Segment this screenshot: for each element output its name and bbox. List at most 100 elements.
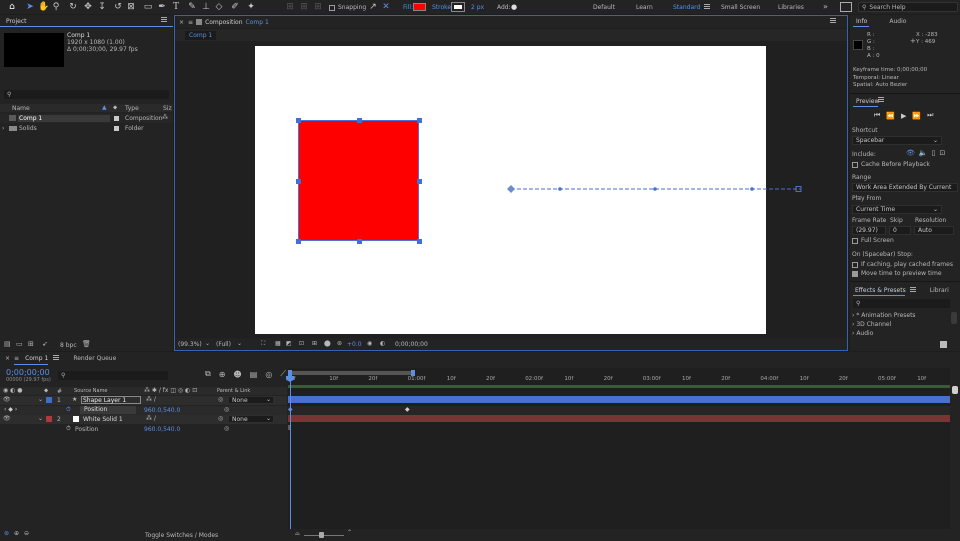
transparency-grid-icon[interactable]: ▦	[275, 340, 281, 347]
exposure-value[interactable]: +0.0	[347, 341, 362, 348]
layer-label-color[interactable]	[46, 416, 52, 422]
stopwatch-icon[interactable]: ⏱	[66, 425, 71, 433]
effects-scrollbar[interactable]	[951, 312, 957, 324]
transform-handle[interactable]	[296, 239, 301, 244]
previous-frame-icon[interactable]: ⏪	[886, 112, 895, 120]
window-icon[interactable]	[840, 2, 852, 12]
new-composition-icon[interactable]: ⊞	[28, 340, 34, 348]
rectangle-tool-icon[interactable]: ▭	[143, 2, 153, 12]
interpret-footage-icon[interactable]: ▤	[4, 340, 11, 348]
layer-switches-icon[interactable]: ⁂ /	[146, 415, 156, 422]
panel-menu-icon[interactable]	[878, 97, 884, 104]
time-ruler[interactable]: 0f10f20f01:00f10f20f02:00f10f20f03:00f10…	[288, 376, 950, 385]
motion-blur-icon[interactable]: ◎	[265, 370, 272, 379]
channel-icon[interactable]: ⬤	[324, 340, 331, 347]
mask-visibility-icon[interactable]: ◩	[286, 340, 292, 347]
zoom-slider[interactable]	[304, 535, 344, 536]
timeline-scrollbar[interactable]	[952, 386, 958, 394]
item-name[interactable]: Comp 1	[18, 115, 110, 122]
panel-menu-icon[interactable]	[909, 286, 916, 294]
if-caching-toggle[interactable]: If caching, play cached frames	[852, 261, 953, 268]
column-name[interactable]: Name	[12, 105, 30, 112]
column-type[interactable]: Type	[125, 105, 139, 112]
close-icon[interactable]: ×	[5, 355, 10, 362]
workspace-libraries[interactable]: Libraries	[778, 4, 804, 11]
visibility-icon[interactable]: 👁	[3, 396, 11, 403]
frame-rate-dropdown[interactable]: (29.97)	[852, 226, 886, 235]
shy-layers-icon[interactable]: ☻	[233, 370, 241, 379]
visibility-icon[interactable]: 👁	[3, 415, 11, 422]
label-swatch[interactable]	[114, 126, 119, 131]
collapse-icon[interactable]: ⊖	[24, 530, 29, 537]
layer-bar[interactable]	[288, 415, 950, 422]
range-dropdown[interactable]: Work Area Extended By Current ...	[852, 183, 958, 199]
expression-pickwhip-icon[interactable]: ◎	[224, 406, 229, 413]
play-from-dropdown[interactable]: Current Time ⌄	[852, 205, 942, 214]
keyframe-nav-icon[interactable]: ‹ ◆ ›	[4, 406, 17, 413]
layer-row[interactable]: 👁 ⌄ 2 White Solid 1 ⁂ / ◎ None ⌄	[0, 415, 287, 424]
viewer-timecode[interactable]: 0;00;00;00	[395, 341, 428, 348]
expression-pickwhip-icon[interactable]: ◎	[224, 425, 229, 432]
fill-label[interactable]: Fill:	[403, 4, 413, 11]
toggle-switches-modes-button[interactable]: Toggle Switches / Modes	[145, 532, 218, 539]
project-search-input[interactable]: ⚲	[4, 90, 169, 99]
stroke-label[interactable]: Stroke:	[432, 4, 453, 11]
chevron-down-icon[interactable]: ⌄	[237, 340, 242, 347]
layer-name[interactable]: Shape Layer 1	[81, 396, 141, 404]
fill-swatch[interactable]	[413, 3, 426, 11]
new-preset-icon[interactable]	[940, 341, 947, 348]
workspace-standard[interactable]: Standard	[673, 4, 700, 11]
clone-stamp-tool-icon[interactable]: ⊥	[201, 2, 211, 12]
parent-pickwhip-icon[interactable]: ◎	[218, 396, 223, 403]
timeline-comp-tab[interactable]: Comp 1	[25, 355, 48, 362]
layer-switches-icon[interactable]: ⁂ /	[146, 396, 156, 403]
cache-before-checkbox[interactable]	[852, 161, 858, 168]
audio-icon[interactable]: 🔈	[919, 149, 928, 157]
new-folder-icon[interactable]: ▭	[16, 340, 23, 348]
full-screen-toggle[interactable]: Full Screen	[852, 237, 894, 244]
chevron-down-icon[interactable]: ⌄	[38, 396, 43, 403]
timeline-search-input[interactable]: ⚲	[58, 371, 168, 380]
snapping-toggle[interactable]: Snapping	[329, 4, 366, 11]
zoom-tool-icon[interactable]: ⚲	[51, 2, 61, 12]
workspace-menu-icon[interactable]	[704, 4, 710, 11]
transform-handle[interactable]	[296, 118, 301, 123]
show-snapshot-icon[interactable]: ◐	[380, 340, 385, 347]
resolution-dropdown[interactable]: (Full)	[216, 341, 231, 348]
video-icon[interactable]: 👁	[906, 149, 915, 157]
skip-dropdown[interactable]: 0	[889, 226, 911, 235]
libraries-tab[interactable]: Librari	[930, 287, 949, 294]
property-name[interactable]: Position	[75, 426, 98, 433]
project-item-row[interactable]: Comp 1 Composition ⁂	[0, 114, 173, 123]
grid-icon[interactable]: ⊞	[312, 340, 317, 347]
close-icon[interactable]: ×	[179, 19, 184, 26]
type-tool-icon[interactable]: T	[171, 2, 181, 12]
motion-path[interactable]	[505, 181, 805, 201]
flowchart-icon[interactable]: ⁂	[162, 114, 168, 121]
bit-depth-button[interactable]: 8 bpc	[60, 342, 77, 349]
brush-tool-icon[interactable]: ✎	[187, 2, 197, 12]
transform-handle[interactable]	[357, 118, 362, 123]
layer-row[interactable]: 👁 ⌄ 1 ★ Shape Layer 1 ⁂ / ◎ None ⌄	[0, 396, 287, 405]
label-swatch[interactable]	[114, 116, 119, 121]
render-queue-tab[interactable]: Render Queue	[73, 355, 116, 362]
workspace-default[interactable]: Default	[593, 4, 615, 11]
audio-tab[interactable]: Audio	[889, 18, 906, 25]
zoom-slider-handle[interactable]	[319, 532, 324, 538]
dolly-tool-icon[interactable]: ↧	[97, 2, 107, 12]
play-icon[interactable]: ▶	[901, 112, 906, 120]
trash-icon[interactable]: 🗑	[82, 340, 91, 348]
cache-before-toggle[interactable]: Cache Before Playback	[852, 161, 930, 168]
zoom-dropdown[interactable]: (99.3%)	[178, 341, 202, 348]
timeline-tracks[interactable]: 0f10f20f01:00f10f20f02:00f10f20f03:00f10…	[286, 368, 950, 537]
effects-item[interactable]: › Audio	[852, 329, 916, 338]
home-icon[interactable]: ⌂	[7, 2, 17, 12]
render-time-icon[interactable]: ⊛	[4, 530, 9, 537]
panel-menu-icon[interactable]	[161, 17, 167, 24]
comp-mini-flowchart-icon[interactable]: ⧉	[205, 369, 211, 379]
property-value[interactable]: 960.0,540.0	[144, 426, 180, 433]
parent-pickwhip-icon[interactable]: ◎	[218, 415, 223, 422]
effects-presets-tab[interactable]: Effects & Presets	[855, 287, 906, 294]
property-row[interactable]: ‹ ◆ › ⏱ Position 960.0,540.0 ◎	[0, 406, 287, 415]
label-column-icon[interactable]: ⬥	[113, 104, 117, 112]
